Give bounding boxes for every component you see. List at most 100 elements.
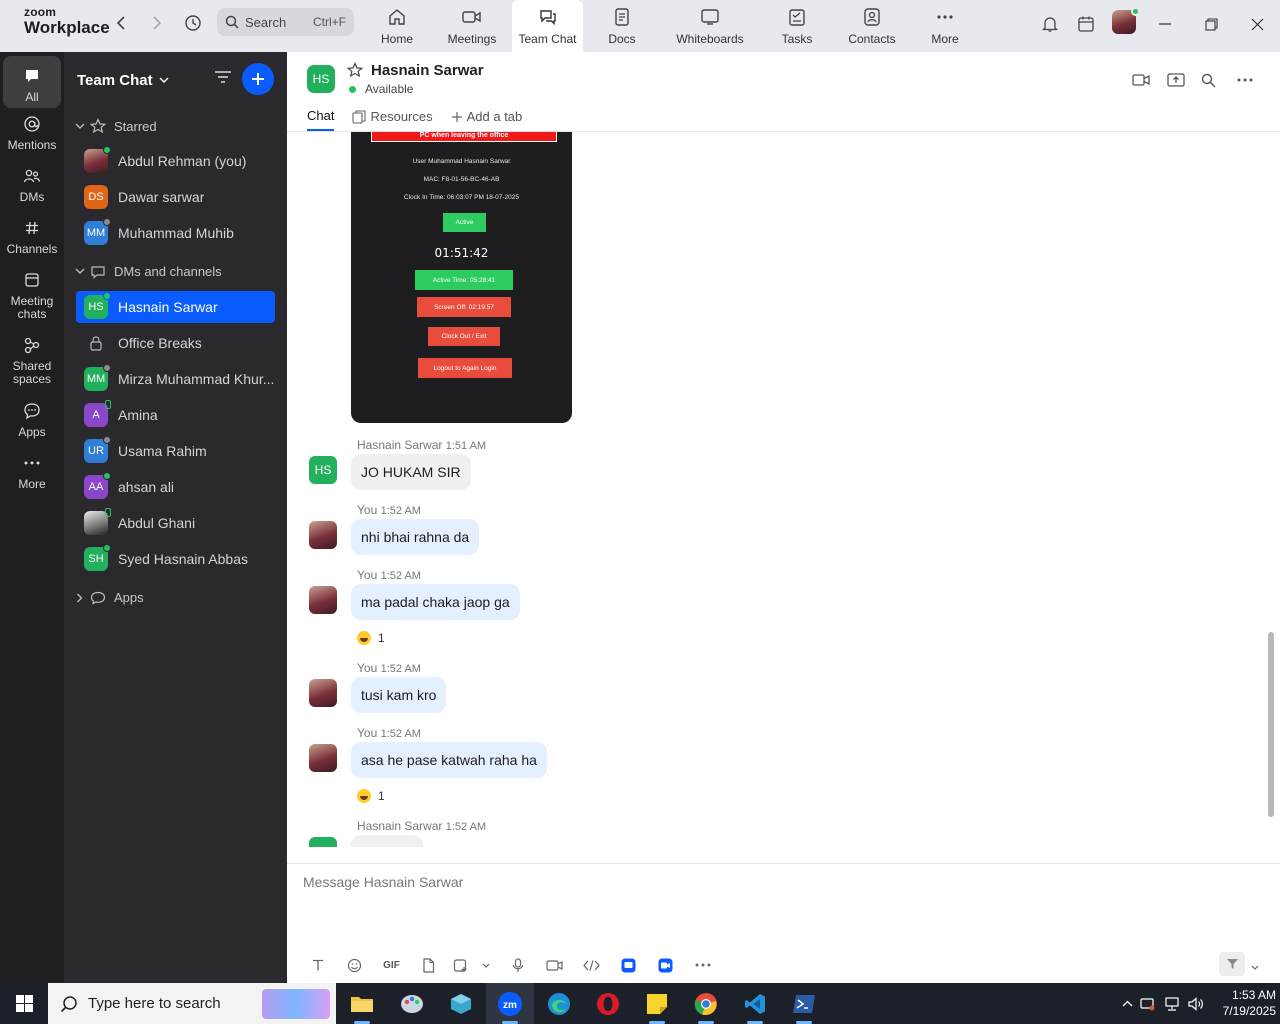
avatar[interactable] [309,679,337,707]
volume-icon[interactable] [1184,996,1208,1011]
tab-contacts[interactable]: Contacts [845,0,899,52]
app-icon-cube[interactable] [437,983,485,1024]
rail-dms[interactable]: DMs [3,164,61,204]
taskbar-search[interactable]: Type here to search [48,983,336,1024]
calendar-icon[interactable] [1074,12,1098,36]
microphone-icon[interactable] [499,954,536,976]
screenshot-icon[interactable] [447,954,473,976]
vscode-icon[interactable] [731,983,779,1024]
file-icon[interactable] [410,954,447,976]
emoji-icon[interactable] [336,954,373,976]
sidebar-item-amina[interactable]: A Amina [76,399,275,431]
app-icon-zoom[interactable] [647,954,684,976]
message-bubble[interactable]: JO HUKAM SIR [351,454,471,490]
avatar[interactable] [309,521,337,549]
filter-icon[interactable] [214,70,232,89]
reaction[interactable]: 1 [357,789,385,803]
tab-chat[interactable]: Chat [307,108,335,131]
app-icon-paint[interactable] [388,983,436,1024]
chrome-browser-icon[interactable] [682,983,730,1024]
sidebar-title[interactable]: Team Chat [77,72,169,89]
history-icon[interactable] [182,12,204,34]
tab-add[interactable]: Add a tab [451,108,522,131]
avatar[interactable] [309,744,337,772]
sidebar-item-muhammad-muhib[interactable]: MM Muhammad Muhib [76,217,275,249]
reaction[interactable]: 1 [357,631,385,645]
contact-avatar[interactable]: HS [307,65,335,93]
edge-browser-icon[interactable] [535,983,583,1024]
rail-meeting-chats[interactable]: Meeting chats [3,268,61,321]
message-list[interactable]: Note: Please press the Exit button and s… [287,132,1280,847]
close-icon[interactable] [1245,12,1269,36]
video-message-icon[interactable] [536,954,573,976]
bell-icon[interactable] [1038,12,1062,36]
scrollbar[interactable] [1268,632,1274,817]
sidebar-item-abdul-ghani[interactable]: Abdul Ghani [76,507,275,539]
file-explorer-icon[interactable] [338,983,386,1024]
forward-icon[interactable] [146,12,168,34]
opera-browser-icon[interactable] [584,983,632,1024]
sidebar-item-office-breaks[interactable]: Office Breaks [76,327,275,359]
dms-section-header[interactable]: DMs and channels [74,264,222,279]
chevron-up-icon[interactable] [1118,1000,1136,1007]
zoom-app-icon[interactable]: zm [486,983,534,1024]
more-options-icon[interactable] [1237,70,1253,90]
tab-team-chat[interactable]: Team Chat [512,0,583,52]
message-input[interactable]: Message Hasnain Sarwar [303,874,463,890]
restore-icon[interactable] [1199,12,1223,36]
sidebar-item-abdul-rehman[interactable]: Abdul Rehman (you) [76,145,275,177]
avatar[interactable]: HS [309,456,337,484]
message-bubble[interactable]: ma padal chaka jaop ga [351,584,520,620]
shared-image[interactable]: Note: Please press the Exit button and s… [351,132,572,423]
windows-start-icon[interactable] [0,983,48,1024]
back-icon[interactable] [110,12,132,34]
tab-whiteboards[interactable]: Whiteboards [670,0,750,52]
avatar[interactable] [309,586,337,614]
message-bubble[interactable]: asa he pase katwah raha ha [351,742,547,778]
apps-section-header[interactable]: Apps [74,590,144,605]
rail-more[interactable]: More [3,451,61,491]
gif-button[interactable]: GIF [373,954,410,976]
meet-now-icon[interactable] [1136,997,1160,1011]
sidebar-item-ahsan-ali[interactable]: AA ahsan ali [76,471,275,503]
search-box[interactable]: Search Ctrl+F [217,8,354,36]
sidebar-item-dawar-sarwar[interactable]: DS Dawar sarwar [76,181,275,213]
sidebar-item-hasnain-sarwar[interactable]: HS Hasnain Sarwar [76,291,275,323]
sidebar-item-syed-hasnain-abbas[interactable]: SH Syed Hasnain Abbas [76,543,275,575]
rail-mentions[interactable]: Mentions [3,112,61,152]
network-icon[interactable] [1160,996,1184,1011]
starred-section-header[interactable]: Starred [74,118,157,134]
message-bubble[interactable] [351,835,423,847]
new-chat-button[interactable] [242,63,274,95]
sidebar-item-mirza-muhammad[interactable]: MM Mirza Muhammad Khur... [76,363,275,395]
rail-shared-spaces[interactable]: Shared spaces [3,333,61,386]
message-bubble[interactable]: nhi bhai rahna da [351,519,480,555]
search-icon[interactable] [1201,70,1216,90]
chevron-down-icon[interactable] [473,954,499,976]
sidebar-item-usama-rahim[interactable]: UR Usama Rahim [76,435,275,467]
more-options-icon[interactable] [684,954,721,976]
code-snippet-icon[interactable] [573,954,610,976]
minimize-icon[interactable] [1153,12,1177,36]
tab-home[interactable]: Home [370,0,424,52]
taskbar-clock[interactable]: 1:53 AM 7/19/2025 [1210,987,1276,1019]
tab-meetings[interactable]: Meetings [441,0,503,52]
tab-more[interactable]: More [922,0,968,52]
sticky-notes-icon[interactable] [633,983,681,1024]
contact-name[interactable]: Hasnain Sarwar [371,62,484,79]
tab-resources[interactable]: Resources [352,108,433,131]
tab-tasks[interactable]: Tasks [775,0,819,52]
tab-docs[interactable]: Docs [600,0,644,52]
powershell-icon[interactable] [780,983,828,1024]
star-icon[interactable] [346,62,364,83]
message-bubble[interactable]: tusi kam kro [351,677,447,713]
send-button[interactable] [1219,952,1245,976]
rail-all[interactable]: All [3,56,61,108]
video-call-icon[interactable] [1132,70,1150,90]
avatar[interactable] [309,837,337,847]
chevron-down-icon[interactable] [1251,957,1259,975]
format-text-icon[interactable] [299,954,336,976]
rail-apps[interactable]: Apps [3,399,61,439]
app-icon-blue[interactable] [610,954,647,976]
profile-avatar[interactable] [1112,7,1140,34]
